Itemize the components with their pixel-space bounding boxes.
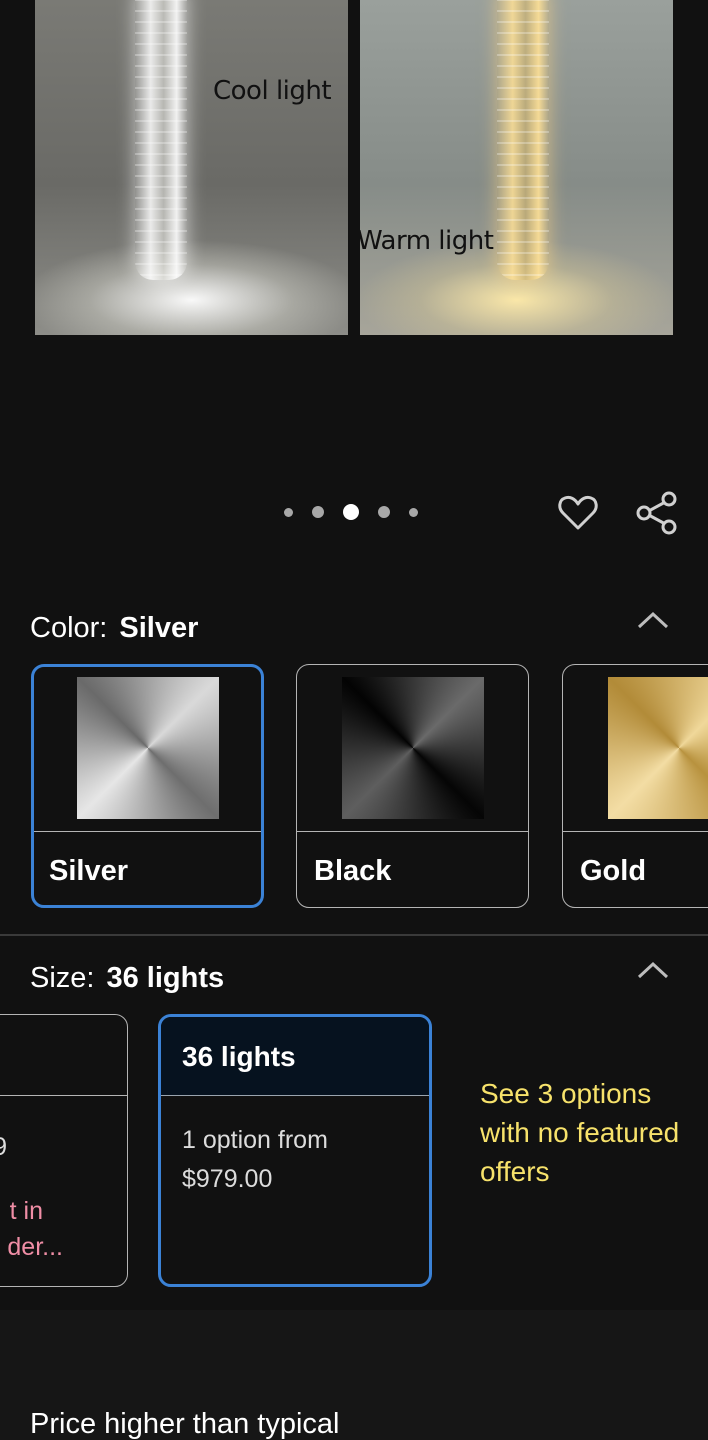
gold-swatch-image	[608, 677, 708, 819]
warm-light-panel: Warm light	[360, 0, 673, 335]
product-image[interactable]: Cool light Warm light	[35, 0, 673, 335]
light-tube	[497, 0, 549, 280]
size-label: Size:	[30, 962, 95, 994]
see-more-options-link[interactable]: See 3 options with no featured offers	[480, 1074, 680, 1191]
color-label: Color:	[30, 612, 108, 644]
availability-fragment: t in	[9, 1197, 43, 1225]
divider	[297, 831, 528, 832]
divider	[563, 831, 708, 832]
carousel-dot[interactable]	[284, 507, 293, 517]
color-selected-value: Silver	[119, 612, 199, 644]
cool-light-caption: Cool light	[213, 76, 332, 106]
light-tube	[135, 0, 187, 280]
chevron-up-icon[interactable]	[636, 960, 670, 980]
color-option-label: Gold	[580, 855, 647, 887]
warm-light-caption: Warm light	[360, 226, 494, 256]
carousel-dot[interactable]	[378, 506, 390, 518]
color-option-label: Silver	[49, 855, 128, 887]
cool-light-panel: Cool light	[35, 0, 348, 335]
color-heading: Color: Silver	[30, 612, 198, 645]
size-option-fragment: 9	[0, 1133, 7, 1162]
carousel-dot[interactable]	[312, 506, 324, 518]
color-option-label: Black	[314, 855, 392, 887]
divider	[34, 831, 261, 832]
size-option-header: 36 lights	[161, 1017, 429, 1096]
size-option-36-lights[interactable]: 36 lights 1 option from $979.00	[158, 1014, 432, 1287]
share-button[interactable]	[634, 490, 680, 536]
size-option-price: 1 option from $979.00	[182, 1126, 328, 1193]
availability-fragment: der...	[7, 1233, 63, 1261]
black-swatch-image	[342, 677, 484, 819]
price-note: Price higher than typical	[30, 1408, 340, 1440]
share-icon	[636, 491, 677, 535]
size-option-previous[interactable]: 9 t in der...	[0, 1014, 128, 1287]
silver-swatch-image	[77, 677, 219, 819]
carousel-dots[interactable]	[284, 504, 418, 520]
color-option-gold[interactable]: Gold	[562, 664, 708, 908]
favorite-button[interactable]	[555, 490, 601, 536]
size-option-title: 36 lights	[182, 1041, 296, 1072]
carousel-dot[interactable]	[409, 507, 418, 517]
section-divider	[0, 934, 708, 936]
size-heading: Size: 36 lights	[30, 962, 224, 995]
divider	[0, 1095, 127, 1096]
size-selected-value: 36 lights	[106, 962, 225, 994]
product-page: Cool light Warm light Color: Silver Silv…	[0, 0, 708, 1440]
carousel-dot-active[interactable]	[343, 504, 359, 520]
heart-icon	[558, 495, 598, 530]
color-option-silver[interactable]: Silver	[31, 664, 264, 908]
color-option-black[interactable]: Black	[296, 664, 529, 908]
chevron-up-icon[interactable]	[636, 610, 670, 630]
